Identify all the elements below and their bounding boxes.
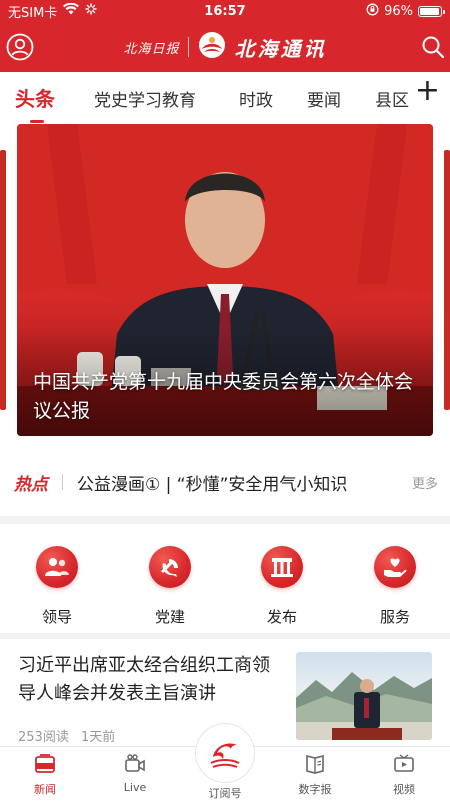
people-icon xyxy=(36,546,78,588)
tab-party-history[interactable]: 党史学习教育 xyxy=(94,86,196,111)
podium-icon xyxy=(261,546,303,588)
quick-link-service[interactable]: 服务 xyxy=(355,546,435,627)
search-icon xyxy=(422,36,445,59)
active-tab-indicator xyxy=(30,120,44,123)
section-divider xyxy=(0,516,450,524)
carrier-label: 无SIM卡 xyxy=(8,5,58,21)
battery-percent: 96% xyxy=(384,3,413,19)
quick-link-label: 发布 xyxy=(266,608,297,626)
carousel-next-peek[interactable] xyxy=(444,150,450,410)
nav-label: 视频 xyxy=(393,783,415,796)
app-bar: 北海日报 北海通讯 xyxy=(0,22,450,72)
wifi-icon xyxy=(63,2,80,19)
tab-politics[interactable]: 时政 xyxy=(239,86,273,111)
nav-subscriptions-label: 订阅号 xyxy=(208,787,242,800)
orientation-lock-icon xyxy=(366,3,379,20)
quick-link-party[interactable]: 党建 xyxy=(130,546,210,627)
hot-tag: 热点 xyxy=(14,475,48,495)
headline-banner[interactable]: 中国共产党第十九届中央委员会第六次全体会议公报 xyxy=(17,124,433,436)
brand-title: 北海通讯 xyxy=(234,36,327,61)
nav-live[interactable]: Live xyxy=(100,753,170,794)
nav-digital-paper[interactable]: 数字报 xyxy=(280,753,350,797)
nav-news[interactable]: 新闻 xyxy=(10,753,80,797)
logo-divider xyxy=(187,37,189,57)
nav-label: Live xyxy=(123,781,147,794)
section-divider xyxy=(0,633,450,639)
quick-link-label: 领导 xyxy=(41,608,72,626)
news-thumbnail xyxy=(296,652,432,740)
loading-icon xyxy=(85,3,98,19)
tab-important-news[interactable]: 要闻 xyxy=(307,86,341,111)
add-channel-button[interactable]: + xyxy=(410,76,440,106)
news-meta: 253阅读 1天前 xyxy=(18,726,115,745)
news-read-count: 253阅读 xyxy=(18,730,69,745)
nav-label: 数字报 xyxy=(298,783,332,796)
tv-icon xyxy=(393,753,415,775)
brand-emblem-icon xyxy=(197,30,227,64)
carousel-prev-peek[interactable] xyxy=(0,150,6,410)
app-logo: 北海日报 北海通讯 xyxy=(0,30,450,64)
bottom-nav: 新闻 Live 订阅号 数字报 视频 xyxy=(0,723,450,800)
quick-link-release[interactable]: 发布 xyxy=(242,546,322,627)
status-bar: 无SIM卡 16:57 96% xyxy=(0,0,450,22)
quick-links: 领导 党建 发布 服务 xyxy=(0,528,450,632)
quick-link-leaders[interactable]: 领导 xyxy=(17,546,97,627)
heart-hand-icon xyxy=(374,546,416,588)
news-icon xyxy=(34,753,56,775)
news-time: 1天前 xyxy=(80,730,116,745)
battery-icon xyxy=(418,5,445,17)
nav-label: 新闻 xyxy=(34,783,56,796)
hot-more-link[interactable]: 更多 xyxy=(412,473,438,492)
news-title: 习近平出席亚太经合组织工商领导人峰会并发表主旨演讲 xyxy=(18,655,270,704)
tab-headlines[interactable]: 头条 xyxy=(15,83,55,112)
nav-subscriptions[interactable] xyxy=(195,723,255,783)
quick-link-label: 党建 xyxy=(154,608,185,626)
hot-ticker[interactable]: 热点 公益漫画① | “秒懂”安全用气小知识 更多 xyxy=(0,456,450,508)
quick-link-label: 服务 xyxy=(379,608,410,626)
search-button[interactable] xyxy=(418,32,448,62)
nav-video[interactable]: 视频 xyxy=(369,753,439,797)
tab-counties[interactable]: 县区 xyxy=(375,86,409,111)
camera-icon xyxy=(124,753,146,775)
brand-newspaper: 北海日报 xyxy=(123,41,180,57)
party-emblem-icon xyxy=(149,546,191,588)
dolphin-icon xyxy=(210,743,240,768)
hot-headline[interactable]: 公益漫画① | “秒懂”安全用气小知识 xyxy=(77,470,402,495)
newspaper-icon xyxy=(304,753,326,775)
channel-tabs: 头条 党史学习教育 时政 要闻 县区 xyxy=(0,72,450,120)
hot-divider xyxy=(62,474,63,490)
banner-title: 中国共产党第十九届中央委员会第六次全体会议公报 xyxy=(33,371,414,422)
